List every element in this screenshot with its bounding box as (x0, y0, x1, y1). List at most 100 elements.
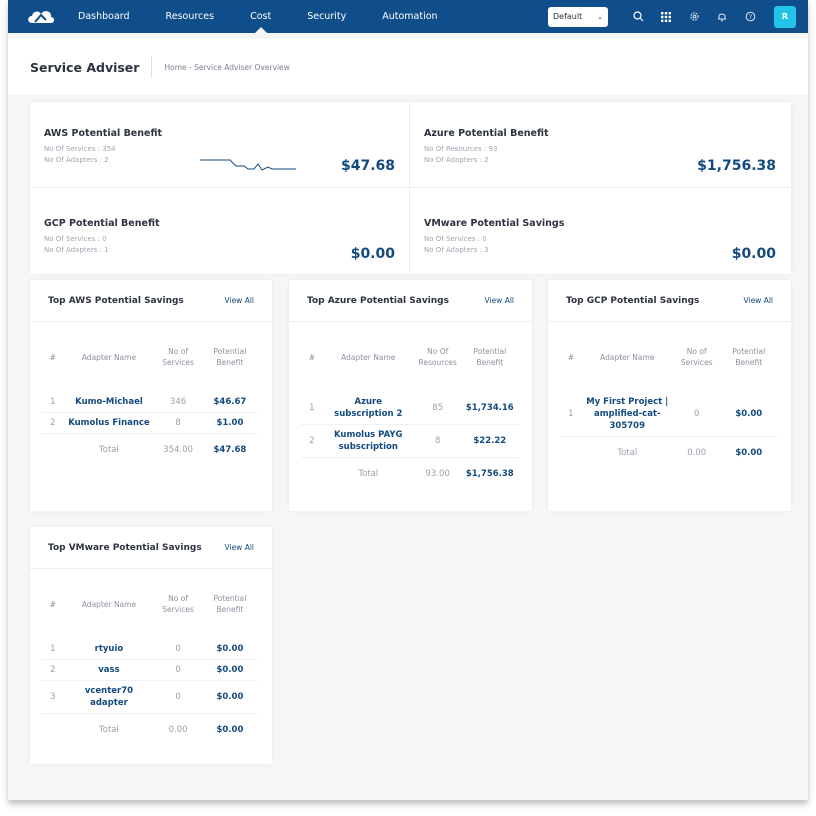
adapter-name[interactable]: vass (63, 659, 155, 681)
table-total-row: Total 0.00 $0.00 (560, 437, 777, 470)
svg-text:?: ? (748, 14, 751, 21)
nav-cost[interactable]: Cost (250, 0, 271, 33)
row-index: 3 (42, 680, 64, 714)
column-header: No of Services (680, 347, 713, 367)
savings-table: # Adapter Name No of Services Potential Benef… (42, 569, 258, 746)
adapter-name[interactable]: rtyuio (63, 639, 155, 660)
row-count: 0 (154, 659, 202, 681)
summary-title: GCP Potential Benefit (44, 218, 160, 229)
table-row: 2 Kumolus PAYG subscription 8 $22.22 (301, 424, 518, 458)
bell-icon[interactable] (715, 10, 729, 24)
adapter-name[interactable]: vcenter70 adapter (63, 680, 155, 714)
main-nav: Dashboard Resources Cost Security Automa… (78, 0, 474, 33)
gcp-savings-panel: Top GCP Potential Savings View All # Adap… (548, 280, 791, 511)
total-count: 354.00 (163, 445, 193, 455)
column-header: No of Services (162, 594, 194, 614)
total-benefit: $1,756.38 (465, 469, 514, 479)
summary-value: $47.68 (340, 158, 395, 174)
workspace-select-value: Default (553, 12, 583, 21)
row-index: 1 (301, 392, 323, 425)
summary-title: AWS Potential Benefit (44, 128, 163, 139)
aws-summary: AWS Potential Benefit No Of Services : 3… (30, 102, 410, 188)
column-header: Adapter Name (341, 352, 396, 362)
table-total-row: Total 0.00 $0.00 (42, 714, 258, 747)
panel-title: Top VMware Potential Savings (48, 542, 202, 553)
cloud-logo-icon[interactable] (26, 7, 56, 27)
nav-dashboard[interactable]: Dashboard (78, 0, 130, 33)
search-icon[interactable] (631, 10, 645, 24)
panel-title: Top Azure Potential Savings (307, 295, 449, 306)
adapter-name[interactable]: Azure subscription 2 (322, 392, 414, 425)
summary-value: $0.00 (350, 246, 395, 262)
adapter-name[interactable]: Kumolus PAYG subscription (322, 424, 414, 458)
aws-sparkline (200, 159, 296, 171)
workspace-select[interactable]: Default ⌄ (548, 6, 608, 27)
row-benefit: $0.00 (720, 392, 777, 437)
table-row: 3 vcenter70 adapter 0 $0.00 (42, 680, 258, 714)
nav-resources[interactable]: Resources (166, 0, 215, 33)
table-wrap: # Adapter Name No of Services Potential Benef… (30, 569, 272, 746)
column-header: # (308, 352, 315, 362)
column-header: No of Services (162, 347, 194, 367)
chevron-down-icon: ⌄ (597, 12, 603, 21)
column-header: Potential Benefit (213, 594, 247, 614)
row-benefit: $1.00 (201, 412, 258, 434)
summary-services: No Of Services : 0 (424, 235, 487, 243)
savings-table: # Adapter Name No of Services Potential Benef… (42, 322, 258, 466)
aws-savings-panel: Top AWS Potential Savings View All # Adap… (30, 280, 272, 511)
row-index: 2 (42, 412, 64, 434)
vmware-summary: VMware Potential Savings No Of Services … (410, 188, 790, 274)
column-header: # (49, 352, 56, 362)
total-spacer (42, 714, 64, 747)
table-wrap: # Adapter Name No of Services Potential Benef… (548, 322, 791, 469)
adapter-name[interactable]: Kumo-Michael (63, 392, 155, 413)
adapter-name[interactable]: My First Project | amplified-cat-305709 (581, 392, 673, 437)
view-all-link[interactable]: View All (225, 296, 254, 305)
app-frame: Dashboard Resources Cost Security Automa… (8, 0, 808, 800)
vmware-savings-panel: Top VMware Potential Savings View All # A… (30, 527, 272, 764)
nav-security[interactable]: Security (307, 0, 346, 33)
column-header: # (49, 599, 56, 609)
breadcrumb[interactable]: Home - Service Adviser Overview (164, 63, 289, 72)
panel-header: Top Azure Potential Savings View All (289, 280, 532, 322)
summary-value: $0.00 (731, 246, 776, 262)
row-count: 0 (672, 392, 721, 437)
row-index: 1 (42, 392, 64, 413)
nav-automation[interactable]: Automation (382, 0, 437, 33)
column-header: No Of Resources (418, 347, 457, 367)
view-all-link[interactable]: View All (744, 296, 773, 305)
view-all-link[interactable]: View All (485, 296, 514, 305)
column-header: Adapter Name (81, 352, 137, 362)
page-header: Service Adviser Home - Service Adviser O… (8, 39, 808, 95)
settings-icon[interactable] (687, 10, 701, 24)
apps-grid-icon[interactable] (659, 10, 673, 24)
adapter-name[interactable]: Kumolus Finance (63, 412, 155, 434)
column-header: Adapter Name (81, 599, 137, 609)
panel-header: Top GCP Potential Savings View All (548, 280, 791, 322)
total-spacer (301, 458, 323, 491)
table-row: 2 Kumolus Finance 8 $1.00 (42, 412, 258, 434)
total-count: 93.00 (425, 469, 450, 479)
user-avatar[interactable]: R (774, 5, 796, 28)
column-header: # (567, 352, 574, 362)
summary-card: AWS Potential Benefit No Of Services : 3… (30, 102, 791, 274)
summary-title: Azure Potential Benefit (424, 128, 549, 139)
row-count: 8 (154, 412, 202, 434)
total-benefit: $47.68 (213, 445, 247, 455)
help-icon[interactable]: ? (743, 10, 757, 24)
column-header: Potential Benefit (213, 347, 247, 367)
row-benefit: $0.00 (201, 659, 258, 681)
panel-header: Top AWS Potential Savings View All (30, 280, 272, 322)
total-spacer (560, 437, 582, 470)
summary-resources: No Of Resources : 93 (424, 145, 498, 153)
table-wrap: # Adapter Name No Of Resources Potential Bene… (289, 322, 532, 490)
view-all-link[interactable]: View All (225, 543, 254, 552)
table-wrap: # Adapter Name No of Services Potential Benef… (30, 322, 272, 466)
row-benefit: $46.67 (201, 392, 258, 413)
summary-adapters: No Of Adapters : 1 (44, 246, 109, 254)
summary-services: No Of Services : 354 (44, 145, 116, 153)
summary-services: No Of Services : 0 (44, 235, 107, 243)
panel-title: Top AWS Potential Savings (48, 295, 184, 306)
column-header: Potential Benefit (732, 347, 766, 367)
total-label: Total (358, 469, 379, 479)
